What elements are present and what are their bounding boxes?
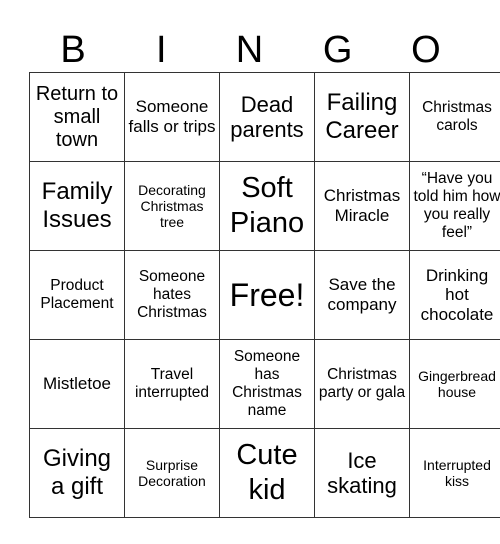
- bingo-cell[interactable]: Someone falls or trips: [124, 72, 220, 162]
- bingo-cell[interactable]: Christmas party or gala: [314, 339, 410, 429]
- free-cell[interactable]: Free!: [219, 250, 315, 340]
- bingo-cell[interactable]: Someone hates Christmas: [124, 250, 220, 340]
- bingo-cell[interactable]: Surprise Decoration: [124, 428, 220, 518]
- grid-row: Mistletoe Travel interrupted Someone has…: [29, 339, 500, 429]
- header-letter-g: G: [322, 29, 353, 71]
- grid-row: Giving a gift Surprise Decoration Cute k…: [29, 428, 500, 518]
- bingo-cell[interactable]: Mistletoe: [29, 339, 125, 429]
- header-letter-n: N: [235, 29, 264, 71]
- header-letter-i: I: [156, 29, 167, 71]
- bingo-cell[interactable]: Giving a gift: [29, 428, 125, 518]
- bingo-cell[interactable]: Drinking hot chocolate: [409, 250, 500, 340]
- bingo-cell[interactable]: Cute kid: [219, 428, 315, 518]
- bingo-cell[interactable]: Travel interrupted: [124, 339, 220, 429]
- bingo-cell[interactable]: Family Issues: [29, 161, 125, 251]
- grid-row: Family Issues Decorating Christmas tree …: [29, 161, 500, 251]
- bingo-cell[interactable]: Someone has Christmas name: [219, 339, 315, 429]
- bingo-cell[interactable]: Ice skating: [314, 428, 410, 518]
- bingo-cell[interactable]: Failing Career: [314, 72, 410, 162]
- bingo-cell[interactable]: Gingerbread house: [409, 339, 500, 429]
- grid-row: Product Placement Someone hates Christma…: [29, 250, 500, 340]
- header-letter-o: O: [411, 29, 441, 71]
- grid-row: Return to small town Someone falls or tr…: [29, 72, 500, 162]
- header-letter-b: B: [60, 29, 86, 71]
- bingo-cell[interactable]: Return to small town: [29, 72, 125, 162]
- bingo-grid: Return to small town Someone falls or tr…: [29, 72, 500, 518]
- bingo-cell[interactable]: Product Placement: [29, 250, 125, 340]
- bingo-cell[interactable]: Christmas carols: [409, 72, 500, 162]
- bingo-cell[interactable]: Save the company: [314, 250, 410, 340]
- bingo-cell[interactable]: Soft Piano: [219, 161, 315, 251]
- bingo-cell[interactable]: Interrupted kiss: [409, 428, 500, 518]
- bingo-cell[interactable]: Decorating Christmas tree: [124, 161, 220, 251]
- bingo-cell[interactable]: “Have you told him how you really feel”: [409, 161, 500, 251]
- bingo-cell[interactable]: Dead parents: [219, 72, 315, 162]
- bingo-header: B I N G O: [29, 28, 470, 72]
- bingo-cell[interactable]: Christmas Miracle: [314, 161, 410, 251]
